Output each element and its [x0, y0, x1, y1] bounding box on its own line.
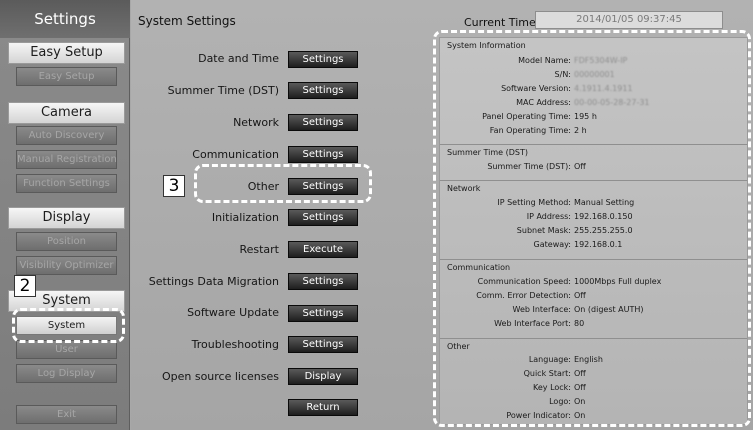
row-label-network: Network: [233, 116, 279, 129]
row-label-open-source-licenses: Open source licenses: [161, 370, 279, 383]
row-label-troubleshooting: Troubleshooting: [191, 338, 279, 351]
nav-exit-button[interactable]: Exit: [16, 405, 117, 424]
restart-execute-button[interactable]: Execute: [288, 241, 358, 258]
initialization-settings-button[interactable]: Settings: [288, 209, 358, 226]
callout-number-3: 3: [163, 175, 185, 197]
page-title: System Settings: [138, 14, 236, 28]
nav-visibility-optimizer-button[interactable]: Visibility Optimizer: [16, 256, 117, 275]
network-settings-button[interactable]: Settings: [288, 114, 358, 131]
sidebar-title: Settings: [0, 0, 130, 38]
communication-settings-button[interactable]: Settings: [288, 146, 358, 163]
settings-data-migration-button[interactable]: Settings: [288, 273, 358, 290]
callout-highlight-info-panel: [433, 30, 751, 427]
callout-highlight-other: [194, 164, 372, 203]
callout-number-2: 2: [14, 275, 36, 297]
software-update-settings-button[interactable]: Settings: [288, 305, 358, 322]
row-label-settings-data-migration: Settings Data Migration: [148, 275, 279, 288]
row-label-software-update: Software Update: [187, 306, 279, 319]
current-time-field: 2014/01/05 09:37:45: [535, 11, 723, 29]
date-and-time-settings-button[interactable]: Settings: [288, 51, 358, 68]
troubleshooting-settings-button[interactable]: Settings: [288, 336, 358, 353]
row-label-restart: Restart: [239, 243, 279, 256]
row-label-summer-time: Summer Time (DST): [167, 84, 279, 97]
current-time-label: Current Time: [464, 16, 536, 29]
return-button[interactable]: Return: [288, 399, 358, 416]
row-label-communication: Communication: [192, 148, 279, 161]
row-label-initialization: Initialization: [211, 211, 279, 224]
summer-time-settings-button[interactable]: Settings: [288, 82, 358, 99]
open-source-licenses-display-button[interactable]: Display: [288, 368, 358, 385]
row-label-date-and-time: Date and Time: [198, 52, 279, 65]
